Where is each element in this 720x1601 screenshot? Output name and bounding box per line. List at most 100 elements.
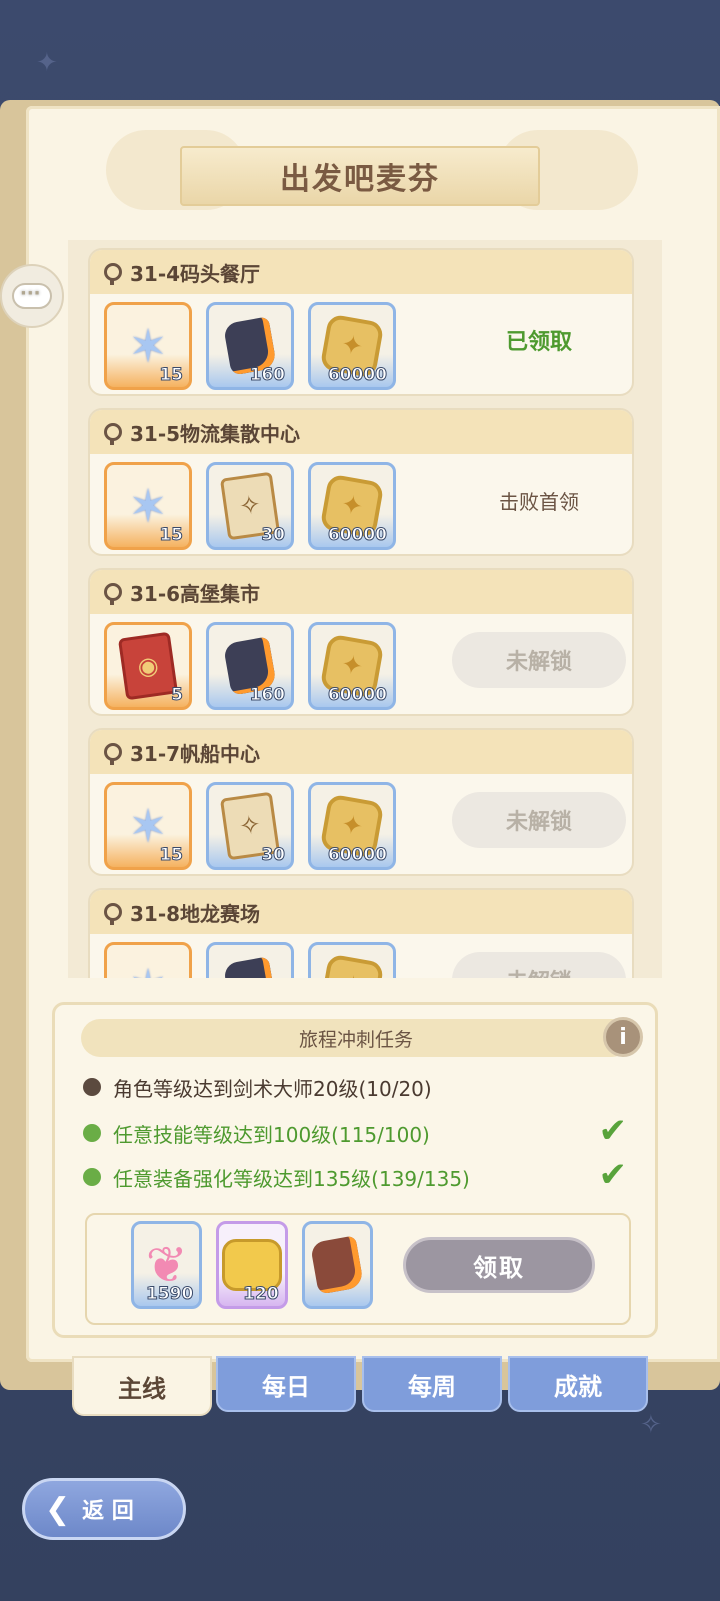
locked-button[interactable]: 未解锁 <box>452 952 626 978</box>
reward-qty: 15 <box>159 525 184 546</box>
title-banner: 出发吧麦芬 <box>180 146 540 206</box>
back-label: 返 回 <box>82 1499 134 1524</box>
reward-item[interactable]: 120 <box>216 1221 288 1309</box>
reward-qty: 60000 <box>327 525 387 546</box>
reward-qty: 60000 <box>327 365 387 386</box>
status-label: 击败首领 <box>499 489 579 514</box>
locked-button[interactable]: 未解锁 <box>452 632 626 688</box>
reward-item[interactable]: ❦ 1590 <box>131 1221 203 1309</box>
reward-item[interactable]: ✧ 30 <box>206 462 294 550</box>
reward-qty: 60000 <box>327 845 387 866</box>
task-text: 角色等级达到剑术大师20级(10/20) <box>113 1076 432 1101</box>
back-button[interactable]: ❮ 返 回 <box>22 1478 186 1540</box>
quest-status: 击败首领 <box>452 472 626 528</box>
gold-coin-icon: ✦ <box>319 953 385 978</box>
reward-item[interactable]: ✶ 15 <box>104 462 192 550</box>
location-pin-icon <box>104 423 122 445</box>
sprint-reward-items[interactable]: ❦ 1590 120 <box>131 1221 373 1321</box>
quest-status: 已领取 <box>452 312 626 368</box>
page-title: 出发吧麦芬 <box>280 162 440 197</box>
character-icon <box>83 1078 101 1096</box>
quest-rewards: ✶ 15 ✧ 30 ✦ 60000 <box>104 782 396 870</box>
reward-item[interactable]: ◉ 5 <box>104 622 192 710</box>
quest-title: 31-5物流集散中心 <box>130 421 301 446</box>
tab-achievement[interactable]: 成就 <box>508 1356 648 1412</box>
tab-daily[interactable]: 每日 <box>216 1356 356 1412</box>
tab-label: 每日 <box>262 1372 310 1401</box>
reward-qty: 15 <box>159 845 184 866</box>
sprint-task-panel: 旅程冲刺任务 i 角色等级达到剑术大师20级(10/20) 任意技能等级达到10… <box>52 1002 658 1338</box>
quest-card: 31-7帆船中心 ✶ 15 ✧ 30 ✦ 60000 未解锁 <box>88 728 634 876</box>
quest-title: 31-8地龙赛场 <box>130 901 261 926</box>
blue-crystal-icon: ✶ <box>128 799 168 853</box>
quest-header: 31-8地龙赛场 <box>90 890 632 934</box>
location-pin-icon <box>104 903 122 925</box>
quest-card: 31-8地龙赛场 ✶ ✦ 未解锁 <box>88 888 634 978</box>
reward-qty: 30 <box>261 525 286 546</box>
tab-weekly[interactable]: 每周 <box>362 1356 502 1412</box>
check-icon: ✔ <box>598 1111 628 1151</box>
check-icon: ✔ <box>598 1155 628 1195</box>
reward-item[interactable]: ✶ <box>104 942 192 978</box>
reward-qty: 160 <box>249 685 285 706</box>
status-label: 未解锁 <box>505 650 572 675</box>
sprint-reward-strip: ❦ 1590 120 领取 <box>85 1213 631 1325</box>
quest-rewards: ✶ 15 ✧ 30 ✦ 60000 <box>104 462 396 550</box>
reward-item[interactable]: 160 <box>206 622 294 710</box>
reward-item[interactable]: ✦ <box>308 942 396 978</box>
reward-item[interactable]: ✦ 60000 <box>308 302 396 390</box>
blue-crystal-icon: ✶ <box>128 479 168 533</box>
reward-qty: 1590 <box>145 1284 194 1305</box>
quest-header: 31-7帆船中心 <box>90 730 632 774</box>
info-button[interactable]: i <box>603 1017 643 1057</box>
quest-list[interactable]: 31-4码头餐厅 ✶ 15 160 ✦ 60000 已领取 31-5物流集散中心 ✶ 15 ✧ 30 ✦… <box>68 240 662 978</box>
quest-card: 31-4码头餐厅 ✶ 15 160 ✦ 60000 已领取 <box>88 248 634 396</box>
claim-label: 领取 <box>473 1253 525 1282</box>
partial-item-icon <box>310 1235 365 1295</box>
locked-button[interactable]: 未解锁 <box>452 792 626 848</box>
pink-paw-icon: ❦ <box>145 1236 188 1294</box>
quest-card: 31-6高堡集市 ◉ 5 160 ✦ 60000 未解锁 <box>88 568 634 716</box>
reward-item[interactable]: 160 <box>206 302 294 390</box>
reward-item[interactable]: ✦ 60000 <box>308 622 396 710</box>
reward-item[interactable]: ✶ 15 <box>104 302 192 390</box>
tab-label: 每周 <box>408 1372 456 1401</box>
reward-item[interactable]: ✶ 15 <box>104 782 192 870</box>
sprint-task-title: 旅程冲刺任务 <box>298 1028 413 1051</box>
reward-item[interactable]: ✧ 30 <box>206 782 294 870</box>
claim-button[interactable]: 领取 <box>403 1237 595 1293</box>
tab-label: 成就 <box>554 1372 602 1401</box>
location-pin-icon <box>104 263 122 285</box>
skill-icon <box>83 1124 101 1142</box>
chat-button[interactable] <box>0 264 64 328</box>
quest-rewards: ◉ 5 160 ✦ 60000 <box>104 622 396 710</box>
quest-rewards: ✶ 15 160 ✦ 60000 <box>104 302 396 390</box>
sprint-task-header: 旅程冲刺任务 <box>81 1019 631 1057</box>
quest-title: 31-7帆船中心 <box>130 741 261 766</box>
star-icon: ✧ <box>640 1410 662 1440</box>
reward-item[interactable] <box>206 942 294 978</box>
blue-crystal-icon: ✶ <box>129 963 168 978</box>
tab-main[interactable]: 主线 <box>72 1356 212 1416</box>
reward-qty: 30 <box>261 845 286 866</box>
reward-item[interactable]: ✦ 60000 <box>308 782 396 870</box>
status-label: 未解锁 <box>506 964 572 978</box>
reward-qty: 120 <box>243 1284 279 1305</box>
quest-header: 31-4码头餐厅 <box>90 250 632 294</box>
star-icon: ✦ <box>36 48 58 78</box>
back-arrow-icon: ❮ <box>45 1491 71 1527</box>
quest-header: 31-5物流集散中心 <box>90 410 632 454</box>
reward-qty: 60000 <box>327 685 387 706</box>
quest-title: 31-6高堡集市 <box>130 581 261 606</box>
reward-item[interactable]: ✦ 60000 <box>308 462 396 550</box>
red-card-icon: ◉ <box>117 631 179 701</box>
equipment-icon <box>83 1168 101 1186</box>
status-label: 已领取 <box>505 330 572 355</box>
reward-qty: 5 <box>171 685 184 706</box>
task-text: 任意技能等级达到100级(115/100) <box>113 1122 430 1147</box>
reward-qty: 15 <box>159 365 184 386</box>
quest-title: 31-4码头餐厅 <box>130 261 261 286</box>
reward-item[interactable] <box>301 1221 373 1309</box>
location-pin-icon <box>104 743 122 765</box>
tab-label: 主线 <box>118 1374 166 1403</box>
